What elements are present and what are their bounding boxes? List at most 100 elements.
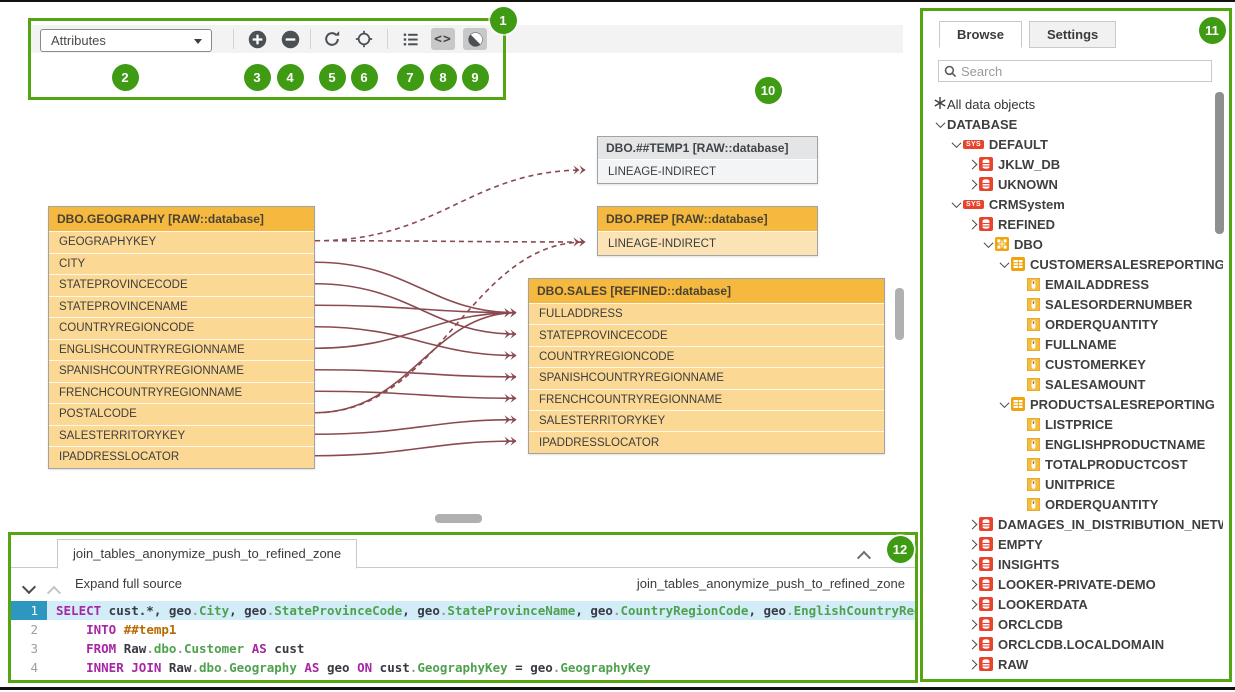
column-row[interactable]: SALESTERRITORYKEY: [49, 425, 314, 447]
column-row[interactable]: CITY: [49, 253, 314, 275]
zoom-in-button[interactable]: [245, 28, 269, 50]
canvas-vertical-scrollbar[interactable]: [895, 288, 904, 340]
column-row[interactable]: COUNTRYREGIONCODE: [49, 317, 314, 339]
chevron-up-icon[interactable]: [49, 582, 59, 600]
tree-item-uknown[interactable]: UKNOWN: [923, 174, 1223, 194]
tab-browse[interactable]: Browse: [939, 21, 1022, 48]
column-row[interactable]: SPANISHCOUNTRYREGIONNAME: [529, 367, 884, 388]
chevron-down-icon[interactable]: [24, 579, 34, 597]
canvas-horizontal-scrollbar[interactable]: [435, 514, 482, 523]
sidebar-scrollbar[interactable]: [1215, 92, 1224, 234]
tree-item-raw[interactable]: RAW: [923, 654, 1223, 674]
node-title[interactable]: DBO.GEOGRAPHY [RAW::database]: [49, 207, 314, 231]
chevron-right-icon[interactable]: [967, 659, 977, 669]
tree-item-englishproductname[interactable]: ENGLISHPRODUCTNAME: [923, 434, 1223, 454]
tree-item-unitprice[interactable]: UNITPRICE: [923, 474, 1223, 494]
code-view-button[interactable]: <>: [431, 28, 455, 50]
tree-item-orclcdb[interactable]: ORCLCDB: [923, 614, 1223, 634]
tree-item-salesamount[interactable]: SALESAMOUNT: [923, 374, 1223, 394]
zoom-out-button[interactable]: [278, 28, 302, 50]
chevron-right-icon[interactable]: [967, 579, 977, 589]
source-tab[interactable]: join_tables_anonymize_push_to_refined_zo…: [57, 539, 357, 569]
search-input[interactable]: Search: [938, 60, 1212, 82]
chevron-right-icon[interactable]: [967, 539, 977, 549]
tree-item-empty[interactable]: EMPTY: [923, 534, 1223, 554]
attributes-dropdown[interactable]: Attributes: [40, 29, 212, 52]
tree-item-salesordernumber[interactable]: SALESORDERNUMBER: [923, 294, 1223, 314]
chevron-down-icon[interactable]: [935, 118, 945, 128]
chevron-right-icon[interactable]: [967, 159, 977, 169]
tree-item-fullname[interactable]: FULLNAME: [923, 334, 1223, 354]
collapse-panel-icon[interactable]: [859, 547, 869, 565]
column-row[interactable]: LINEAGE-INDIRECT: [598, 159, 817, 183]
column-icon: [1027, 278, 1040, 291]
column-row[interactable]: IPADDRESSLOCATOR: [529, 431, 884, 452]
tree-item-lookerdata[interactable]: LOOKERDATA: [923, 594, 1223, 614]
annotation-marker-11: 11: [1199, 17, 1226, 44]
contrast-button[interactable]: [463, 28, 487, 50]
chevron-right-icon[interactable]: [967, 219, 977, 229]
tree-item-listprice[interactable]: LISTPRICE: [923, 414, 1223, 434]
tree-item-default[interactable]: SYSDEFAULT: [923, 134, 1223, 154]
column-row[interactable]: FRENCHCOUNTRYREGIONNAME: [529, 389, 884, 410]
source-tab-label: join_tables_anonymize_push_to_refined_zo…: [73, 546, 341, 561]
column-row[interactable]: STATEPROVINCENAME: [49, 296, 314, 318]
tab-settings[interactable]: Settings: [1029, 21, 1116, 48]
tree-item-looker-private-demo[interactable]: LOOKER-PRIVATE-DEMO: [923, 574, 1223, 594]
column-row[interactable]: FULLADDRESS: [529, 303, 884, 324]
node-title[interactable]: DBO.##TEMP1 [RAW::database]: [598, 137, 817, 159]
chevron-right-icon[interactable]: [967, 559, 977, 569]
graph-node-prep[interactable]: DBO.PREP [RAW::database]LINEAGE-INDIRECT: [597, 206, 818, 256]
chevron-right-icon[interactable]: [967, 639, 977, 649]
chevron-down-icon[interactable]: [999, 258, 1009, 268]
tree-item-emailaddress[interactable]: EMAILADDRESS: [923, 274, 1223, 294]
node-title[interactable]: DBO.SALES [REFINED::database]: [529, 279, 884, 303]
column-row[interactable]: STATEPROVINCECODE: [49, 274, 314, 296]
graph-node-temp1[interactable]: DBO.##TEMP1 [RAW::database]LINEAGE-INDIR…: [597, 136, 818, 184]
column-row[interactable]: STATEPROVINCECODE: [529, 324, 884, 345]
tree-item-database[interactable]: DATABASE: [923, 114, 1223, 134]
list-view-button[interactable]: [398, 28, 422, 50]
chevron-down-icon[interactable]: [951, 198, 961, 208]
sql-source-view[interactable]: 1SELECT cust.*, geo.City, geo.StateProvi…: [11, 601, 915, 677]
tree-item-damages-in-distribution-netw[interactable]: DAMAGES_IN_DISTRIBUTION_NETW: [923, 514, 1223, 534]
tree-item-crmsystem[interactable]: SYSCRMSystem: [923, 194, 1223, 214]
tree-item-infa[interactable]: INFA: [923, 674, 1223, 682]
graph-node-geography[interactable]: DBO.GEOGRAPHY [RAW::database]GEOGRAPHYKE…: [48, 206, 315, 469]
tree-item-orclcdb-localdomain[interactable]: ORCLCDB.LOCALDOMAIN: [923, 634, 1223, 654]
tree-item-customersalesreporting[interactable]: CUSTOMERSALESREPORTING: [923, 254, 1223, 274]
chevron-right-icon[interactable]: [967, 179, 977, 189]
column-row[interactable]: COUNTRYREGIONCODE: [529, 346, 884, 367]
tree-item-refined[interactable]: REFINED: [923, 214, 1223, 234]
chevron-down-icon[interactable]: [999, 398, 1009, 408]
column-row[interactable]: SALESTERRITORYKEY: [529, 410, 884, 431]
column-row[interactable]: GEOGRAPHYKEY: [49, 231, 314, 253]
column-row[interactable]: IPADDRESSLOCATOR: [49, 446, 314, 468]
tree-item-jklw-db[interactable]: JKLW_DB: [923, 154, 1223, 174]
center-button[interactable]: [352, 28, 376, 50]
graph-node-sales[interactable]: DBO.SALES [REFINED::database]FULLADDRESS…: [528, 278, 885, 454]
chevron-right-icon[interactable]: [967, 599, 977, 609]
tree-item-dbo[interactable]: DBO: [923, 234, 1223, 254]
chevron-right-icon[interactable]: [935, 679, 945, 682]
chevron-down-icon[interactable]: [951, 138, 961, 148]
column-row[interactable]: POSTALCODE: [49, 403, 314, 425]
column-row[interactable]: FRENCHCOUNTRYREGIONNAME: [49, 382, 314, 404]
column-row[interactable]: LINEAGE-INDIRECT: [598, 231, 817, 255]
column-row[interactable]: SPANISHCOUNTRYREGIONNAME: [49, 360, 314, 382]
tree-item-all-data-objects[interactable]: All data objects: [923, 94, 1223, 114]
chevron-right-icon[interactable]: [967, 619, 977, 629]
tree-item-orderquantity[interactable]: ORDERQUANTITY: [923, 494, 1223, 514]
refresh-button[interactable]: [320, 28, 344, 50]
tree-item-totalproductcost[interactable]: TOTALPRODUCTCOST: [923, 454, 1223, 474]
node-title[interactable]: DBO.PREP [RAW::database]: [598, 207, 817, 231]
column-row[interactable]: ENGLISHCOUNTRYREGIONNAME: [49, 339, 314, 361]
expand-full-source-link[interactable]: Expand full source: [75, 576, 182, 591]
chevron-right-icon[interactable]: [967, 519, 977, 529]
tree-item-orderquantity[interactable]: ORDERQUANTITY: [923, 314, 1223, 334]
tree-item-label: LOOKER-PRIVATE-DEMO: [998, 577, 1156, 592]
tree-item-productsalesreporting[interactable]: PRODUCTSALESREPORTING: [923, 394, 1223, 414]
tree-item-customerkey[interactable]: CUSTOMERKEY: [923, 354, 1223, 374]
chevron-down-icon[interactable]: [983, 238, 993, 248]
tree-item-insights[interactable]: INSIGHTS: [923, 554, 1223, 574]
